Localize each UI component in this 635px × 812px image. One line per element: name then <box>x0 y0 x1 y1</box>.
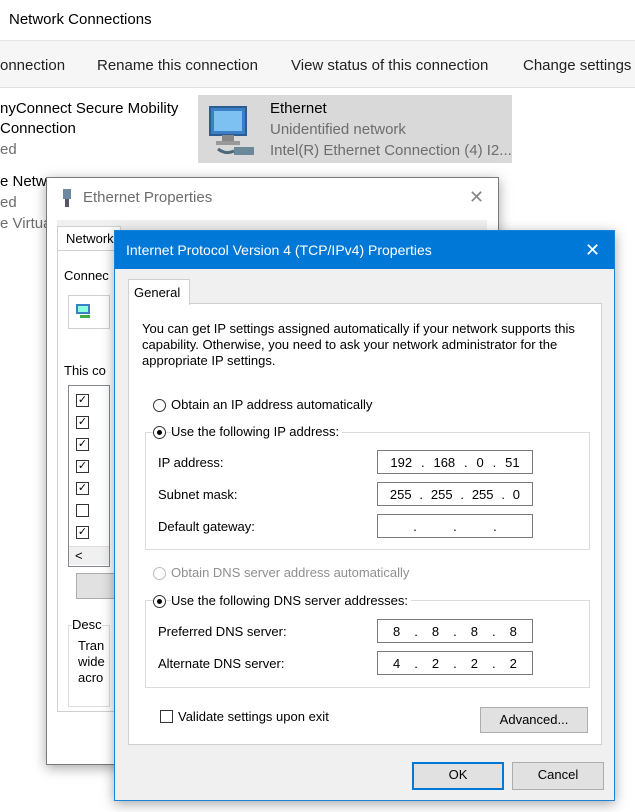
preferred-dns-input[interactable]: 8. 8. 8. 8 <box>377 619 533 643</box>
cmd-view-status[interactable]: View status of this connection <box>291 57 488 74</box>
ethernet-device: Intel(R) Ethernet Connection (4) I2... <box>270 142 512 159</box>
advanced-button[interactable]: Advanced... <box>480 707 588 733</box>
item-checkbox[interactable]: ✓ <box>76 438 89 451</box>
cmd-connection[interactable]: onnection <box>0 57 65 74</box>
item-checkbox[interactable]: ✓ <box>76 526 89 539</box>
this-connection-label: This co <box>64 363 106 378</box>
anyconnect-line2: Connection <box>0 120 76 137</box>
tab-networking[interactable]: Network <box>57 226 121 251</box>
anyconnect-name[interactable]: nyConnect Secure Mobility <box>0 100 178 117</box>
description-line: Tran <box>78 638 105 653</box>
obtain-dns-auto-label[interactable]: Obtain DNS server address automatically <box>171 565 409 580</box>
command-bar: onnection Rename this connection View st… <box>0 41 635 88</box>
radio-obtain-ip-auto[interactable] <box>153 399 166 412</box>
adapter-status: ed <box>0 194 17 211</box>
default-gateway-label: Default gateway: <box>158 519 255 534</box>
preferred-dns-label: Preferred DNS server: <box>158 624 287 639</box>
description-label: Desc <box>72 617 102 632</box>
adapter-icon <box>75 303 93 319</box>
use-following-dns-label[interactable]: Use the following DNS server addresses: <box>171 593 411 608</box>
adapter-name[interactable]: e Netw <box>0 173 47 190</box>
adapter-device: e Virtua <box>0 215 52 232</box>
ipv4-title: Internet Protocol Version 4 (TCP/IPv4) P… <box>126 242 432 258</box>
validate-settings-label[interactable]: Validate settings upon exit <box>178 709 329 724</box>
radio-use-following-dns[interactable] <box>153 595 166 608</box>
ethernet-connection-tile[interactable]: Ethernet Unidentified network Intel(R) E… <box>198 95 512 163</box>
ok-button[interactable]: OK <box>412 762 504 790</box>
ipv4-properties-dialog: Internet Protocol Version 4 (TCP/IPv4) P… <box>114 230 615 801</box>
close-icon[interactable]: ✕ <box>585 240 600 261</box>
cmd-change-settings[interactable]: Change settings o <box>523 57 635 74</box>
radio-obtain-dns-auto[interactable] <box>153 567 166 580</box>
title-bar: Network Connections <box>0 0 635 41</box>
ip-settings-description: You can get IP settings assigned automat… <box>142 321 575 368</box>
anyconnect-status: ed <box>0 141 17 158</box>
ipv4-titlebar: Internet Protocol Version 4 (TCP/IPv4) P… <box>115 231 614 269</box>
use-following-ip-label[interactable]: Use the following IP address: <box>171 424 343 439</box>
tab-general[interactable]: General <box>128 279 190 305</box>
subnet-mask-label: Subnet mask: <box>158 487 238 502</box>
scroll-left-icon[interactable]: < <box>75 548 83 563</box>
default-gateway-input[interactable]: . . . <box>377 514 533 538</box>
general-tab-panel: You can get IP settings assigned automat… <box>128 303 602 745</box>
close-icon[interactable]: ✕ <box>469 187 484 208</box>
ethernet-status: Unidentified network <box>270 121 406 138</box>
obtain-ip-auto-label[interactable]: Obtain an IP address automatically <box>171 397 372 412</box>
window-title: Network Connections <box>9 11 152 28</box>
ip-address-input[interactable]: 192. 168. 0. 51 <box>377 450 533 474</box>
connect-using-label: Connec <box>64 268 109 283</box>
ip-address-label: IP address: <box>158 455 224 470</box>
radio-use-following-ip[interactable] <box>153 426 166 439</box>
horizontal-scrollbar[interactable]: < <box>69 546 109 565</box>
item-checkbox[interactable]: ✓ <box>76 394 89 407</box>
ethernet-name: Ethernet <box>270 100 327 117</box>
cancel-button[interactable]: Cancel <box>512 762 604 790</box>
ethernet-adapter-icon <box>204 101 258 157</box>
alternate-dns-label: Alternate DNS server: <box>158 656 285 671</box>
description-line: wide <box>78 654 105 669</box>
items-list[interactable]: ✓ ✓ ✓ ✓ ✓ ✓ < <box>68 385 110 567</box>
item-checkbox[interactable]: ✓ <box>76 460 89 473</box>
description-line: acro <box>78 670 104 685</box>
subnet-mask-input[interactable]: 255. 255. 255. 0 <box>377 482 533 506</box>
network-adapter-icon <box>61 188 73 208</box>
item-checkbox[interactable] <box>76 504 89 517</box>
ethernet-properties-title: Ethernet Properties <box>83 189 213 206</box>
ethernet-properties-titlebar: Ethernet Properties ✕ <box>47 178 498 218</box>
alternate-dns-input[interactable]: 4. 2. 2. 2 <box>377 651 533 675</box>
item-checkbox[interactable]: ✓ <box>76 482 89 495</box>
install-button[interactable] <box>76 573 118 599</box>
adapter-field <box>68 295 110 329</box>
item-checkbox[interactable]: ✓ <box>76 416 89 429</box>
validate-settings-checkbox[interactable] <box>160 710 173 723</box>
cmd-rename[interactable]: Rename this connection <box>97 57 258 74</box>
